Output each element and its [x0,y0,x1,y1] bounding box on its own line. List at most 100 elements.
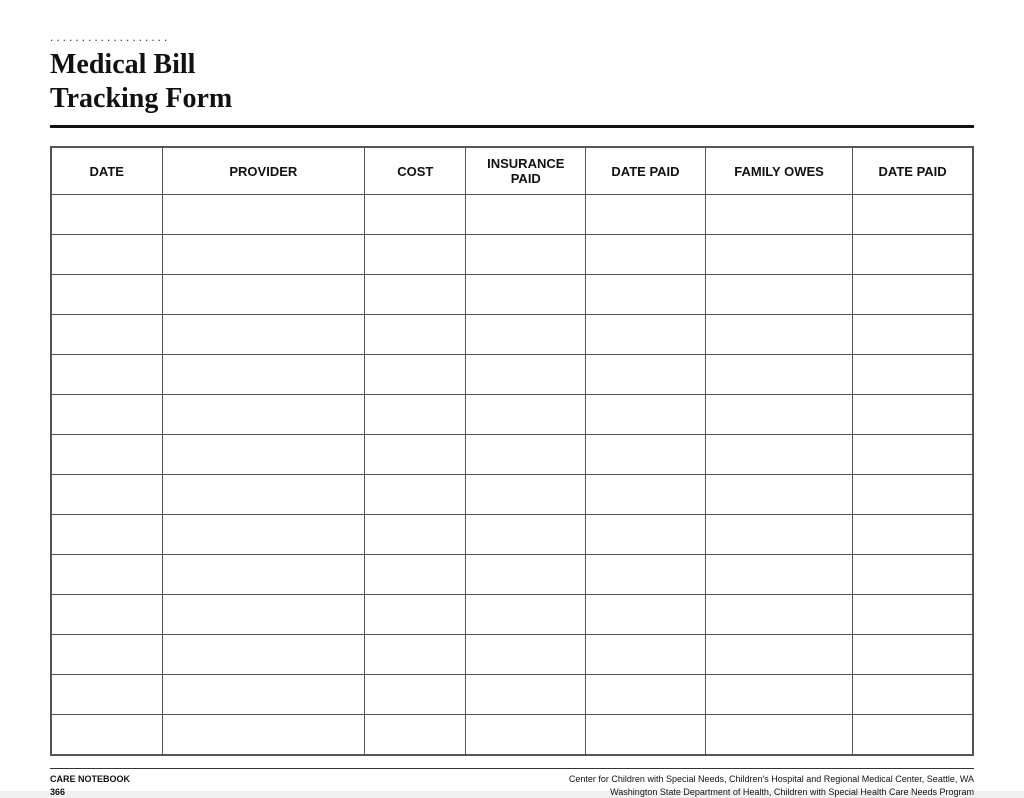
table-cell[interactable] [586,595,706,635]
table-cell[interactable] [586,515,706,555]
table-cell[interactable] [705,515,852,555]
table-cell[interactable] [586,355,706,395]
table-cell[interactable] [705,315,852,355]
table-cell[interactable] [586,235,706,275]
table-cell[interactable] [365,475,466,515]
table-cell[interactable] [52,435,163,475]
table-cell[interactable] [853,275,973,315]
table-cell[interactable] [853,635,973,675]
table-cell[interactable] [853,435,973,475]
table-cell[interactable] [466,515,586,555]
table-cell[interactable] [52,235,163,275]
table-cell[interactable] [853,195,973,235]
table-cell[interactable] [162,635,365,675]
table-cell[interactable] [586,635,706,675]
table-cell[interactable] [52,275,163,315]
table-cell[interactable] [853,235,973,275]
table-cell[interactable] [586,555,706,595]
table-cell[interactable] [365,235,466,275]
table-cell[interactable] [52,595,163,635]
col-family-owes: FAMILY OWES [705,148,852,195]
table-cell[interactable] [586,475,706,515]
table-cell[interactable] [466,715,586,755]
table-cell[interactable] [162,715,365,755]
table-cell[interactable] [705,235,852,275]
table-cell[interactable] [52,635,163,675]
table-cell[interactable] [365,715,466,755]
table-cell[interactable] [466,595,586,635]
table-cell[interactable] [162,315,365,355]
table-cell[interactable] [853,595,973,635]
table-cell[interactable] [162,595,365,635]
table-cell[interactable] [705,395,852,435]
table-cell[interactable] [365,395,466,435]
table-cell[interactable] [466,275,586,315]
table-cell[interactable] [586,435,706,475]
table-cell[interactable] [52,555,163,595]
table-cell[interactable] [586,395,706,435]
table-cell[interactable] [52,515,163,555]
table-cell[interactable] [52,475,163,515]
table-cell[interactable] [705,635,852,675]
table-cell[interactable] [853,555,973,595]
table-cell[interactable] [466,475,586,515]
table-cell[interactable] [365,275,466,315]
table-cell[interactable] [52,715,163,755]
table-cell[interactable] [162,355,365,395]
table-cell[interactable] [853,355,973,395]
table-cell[interactable] [466,195,586,235]
table-cell[interactable] [365,595,466,635]
table-cell[interactable] [365,635,466,675]
table-cell[interactable] [466,555,586,595]
table-cell[interactable] [162,515,365,555]
table-cell[interactable] [162,195,365,235]
table-cell[interactable] [365,195,466,235]
table-cell[interactable] [705,195,852,235]
table-cell[interactable] [162,235,365,275]
table-cell[interactable] [162,675,365,715]
table-cell[interactable] [586,315,706,355]
table-cell[interactable] [853,395,973,435]
table-cell[interactable] [853,315,973,355]
table-cell[interactable] [705,595,852,635]
table-cell[interactable] [705,715,852,755]
table-cell[interactable] [466,635,586,675]
table-cell[interactable] [52,315,163,355]
table-cell[interactable] [466,675,586,715]
table-cell[interactable] [853,515,973,555]
table-cell[interactable] [365,515,466,555]
table-cell[interactable] [586,675,706,715]
table-cell[interactable] [162,275,365,315]
table-cell[interactable] [162,435,365,475]
table-cell[interactable] [705,475,852,515]
table-cell[interactable] [705,275,852,315]
table-cell[interactable] [705,555,852,595]
table-cell[interactable] [466,315,586,355]
table-cell[interactable] [853,475,973,515]
table-cell[interactable] [365,355,466,395]
table-cell[interactable] [705,435,852,475]
table-cell[interactable] [162,395,365,435]
table-cell[interactable] [365,435,466,475]
table-cell[interactable] [52,195,163,235]
table-cell[interactable] [586,715,706,755]
table-row [52,595,973,635]
table-cell[interactable] [162,475,365,515]
table-cell[interactable] [705,355,852,395]
table-cell[interactable] [466,395,586,435]
table-cell[interactable] [162,555,365,595]
table-cell[interactable] [466,435,586,475]
table-cell[interactable] [466,355,586,395]
table-cell[interactable] [365,675,466,715]
table-cell[interactable] [52,355,163,395]
table-cell[interactable] [586,275,706,315]
table-cell[interactable] [365,315,466,355]
table-cell[interactable] [853,715,973,755]
table-cell[interactable] [365,555,466,595]
table-cell[interactable] [52,395,163,435]
table-cell[interactable] [705,675,852,715]
table-cell[interactable] [52,675,163,715]
table-cell[interactable] [466,235,586,275]
table-cell[interactable] [853,675,973,715]
table-cell[interactable] [586,195,706,235]
